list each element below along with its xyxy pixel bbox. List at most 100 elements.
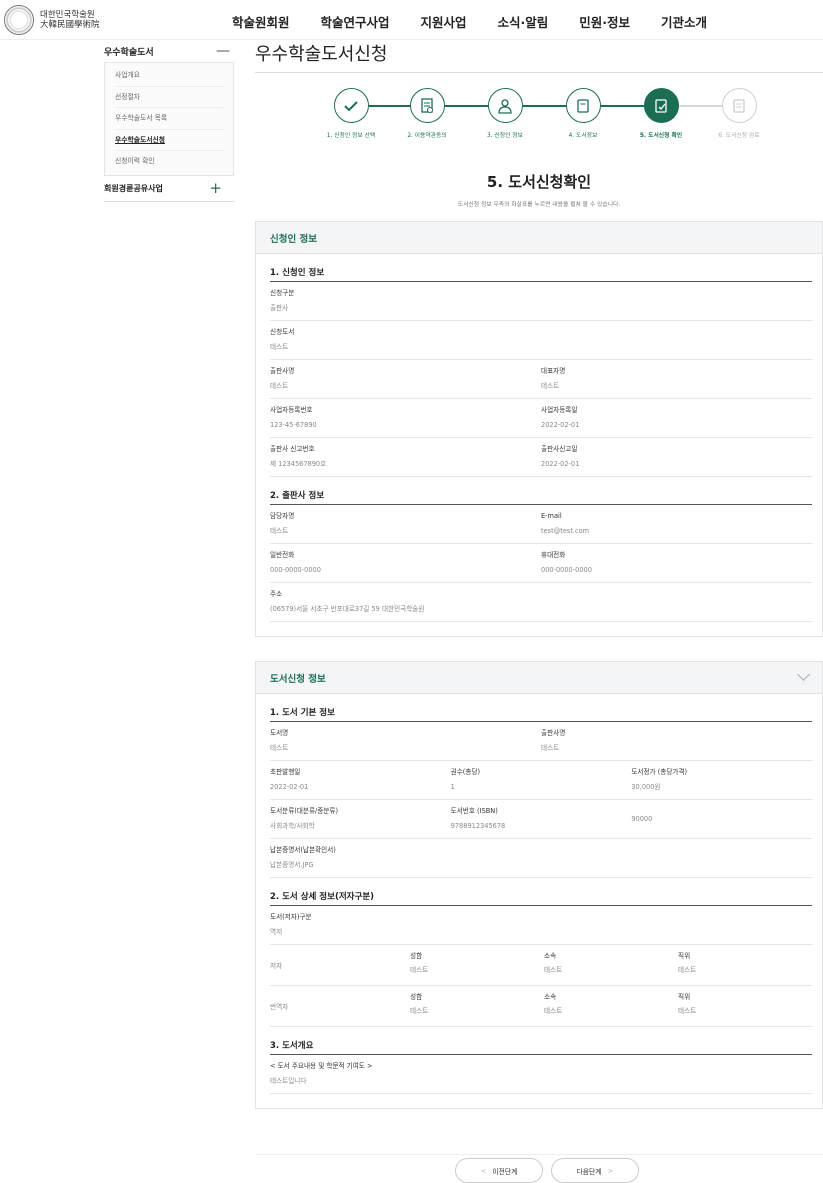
section-description: 도서신청 정보 우측의 화살표를 누르면 내용을 펼쳐 볼 수 있습니다.	[457, 202, 621, 208]
nav-news[interactable]: 소식·알림	[498, 12, 549, 31]
book-detail-subtitle: 2. 도서 상세 정보(저자구분)	[270, 886, 812, 906]
sidebar-item-apply[interactable]: 우수학술도서신청	[115, 130, 223, 152]
prev-step-button[interactable]: < 이전단계	[455, 1158, 543, 1183]
price-cell: 도서정가 (총당가격) 30,000원	[631, 761, 812, 799]
deposit-value: 납본증명서.JPG	[270, 861, 314, 869]
chevron-right-icon: >	[607, 1166, 614, 1175]
volumes-cell: 권수(총당) 1	[451, 761, 632, 799]
applicant-subtitle: 1. 신청인 정보	[270, 262, 812, 282]
book-publisher-cell: 출판사명 테스트	[541, 722, 812, 760]
address-label: 주소	[270, 590, 283, 598]
first-pub-label: 초판발행일	[270, 768, 301, 776]
author-org-label: 소속	[544, 952, 557, 960]
step-4-label: 4. 도서정보	[568, 133, 598, 139]
report-no-cell: 출판사 신고번호 제 1234567890호	[270, 438, 541, 476]
divider	[255, 1154, 823, 1155]
translator-name-label: 성함	[410, 993, 423, 1001]
translator-role: 번역자	[270, 1003, 289, 1011]
volumes-label: 권수(총당)	[450, 768, 481, 776]
deposit-label: 납본증명서(납본확인서)	[270, 846, 336, 854]
book-basic-subtitle: 1. 도서 기본 정보	[270, 702, 812, 722]
manager-value: 테스트	[270, 527, 289, 535]
applicant-panel-header[interactable]: 신청인 정보	[256, 222, 822, 254]
translator-pos-cell: 직위 테스트	[678, 986, 812, 1026]
address-value: (06579)서울 서초구 반포대로37길 59 대한민국학술원	[270, 605, 425, 613]
first-pub-value: 2022-02-01	[270, 783, 309, 791]
next-step-label: 다음단계	[576, 1167, 602, 1176]
mobile-label: 휴대전화	[541, 551, 566, 559]
step-5-current: 5. 도서신청 확인	[621, 88, 701, 139]
book-summary-subtitle: 3. 도서개요	[270, 1035, 812, 1055]
isbn-cell: 도서번호 (ISBN) 9788912345678	[451, 800, 632, 838]
step-6-label: 6. 도서신청 완료	[718, 133, 760, 139]
category-cell: 도서분류(대분류/중분류) 사회과학/사회학	[270, 800, 451, 838]
collapse-icon[interactable]: —	[216, 43, 230, 59]
nav-about[interactable]: 기관소개	[661, 12, 707, 31]
sidebar-section-label: 우수학술도서	[104, 47, 154, 58]
next-step-button[interactable]: 다음단계 >	[551, 1158, 639, 1183]
step-indicator: 1. 신청인 정보 선택 2. 이용약관동의 3. 신청인 정보 4. 도서정보…	[319, 88, 760, 148]
translator-org-label: 소속	[544, 993, 557, 1001]
expand-icon[interactable]: +	[209, 179, 234, 197]
sidebar-item-book-list[interactable]: 우수학술도서 목록	[115, 108, 223, 130]
step-3-label: 3. 신청인 정보	[487, 133, 523, 139]
biz-date-label: 사업자등록일	[541, 406, 578, 414]
emblem-icon	[4, 5, 34, 35]
deposit-cell: 납본증명서(납본확인서) 납본증명서.JPG	[270, 839, 812, 877]
apply-type-cell: 신청구분 출판사	[270, 282, 812, 320]
person-icon	[487, 88, 523, 123]
apply-book-label: 신청도서	[270, 328, 295, 336]
sidebar-item-overview[interactable]: 사업개요	[115, 65, 223, 87]
manager-label: 담당자명	[270, 512, 295, 520]
isbn-label: 도서번호 (ISBN)	[450, 807, 498, 815]
summary-cell: < 도서 주요내용 및 학문적 기여도 > 테스트입니다	[270, 1055, 812, 1093]
email-value: test@test.com	[541, 527, 590, 535]
chevron-down-icon[interactable]	[797, 668, 810, 681]
address-cell: 주소 (06579)서울 서초구 반포대로37길 59 대한민국학술원	[270, 583, 812, 621]
translator-pos-value: 테스트	[678, 1007, 697, 1015]
sidebar-section-experience-sharing[interactable]: 회원경륜공유사업 +	[104, 176, 234, 202]
translator-name-value: 테스트	[410, 1007, 429, 1015]
info-row: 도서명테스트 출판사명 테스트	[270, 722, 812, 761]
site-header: 대한민국학술원 大韓民國學術院 학술원회원 학술연구사업 지원사업 소식·알림 …	[0, 0, 823, 40]
site-logo[interactable]: 대한민국학술원 大韓民國學術院	[4, 5, 100, 35]
book-panel-title: 도서신청 정보	[270, 673, 326, 685]
step-5-label: 5. 도서신청 확인	[639, 133, 683, 139]
nav-research[interactable]: 학술연구사업	[321, 12, 390, 31]
biz-no-cell: 사업자등록번호 123-45-67890	[270, 399, 541, 437]
info-row: 납본증명서(납본확인서) 납본증명서.JPG	[270, 839, 812, 878]
book-panel-header[interactable]: 도서신청 정보	[256, 662, 822, 694]
volumes-value: 1	[450, 783, 455, 791]
author-org-cell: 소속테스트	[544, 945, 678, 985]
price-value: 30,000원	[631, 783, 661, 791]
chevron-left-icon: <	[480, 1166, 487, 1175]
author-role: 저자	[270, 962, 283, 970]
translator-org-cell: 소속 테스트	[544, 986, 678, 1026]
sidebar-section-excellent-books[interactable]: 우수학술도서 —	[104, 40, 234, 62]
logo-text-hanja: 大韓民國學術院	[40, 20, 100, 30]
book-name-label: 도서명	[270, 729, 289, 737]
author-type-cell: 도서(저자)구분 역저	[270, 906, 812, 944]
applicant-info-panel: 신청인 정보 1. 신청인 정보 신청구분 출판사 신청도서테스트 출판사명 테스트…	[255, 221, 823, 637]
nav-civil[interactable]: 민원·정보	[579, 12, 630, 31]
book-panel-body: 1. 도서 기본 정보 도서명테스트 출판사명 테스트 초판발행일 2022-02-…	[256, 702, 822, 1094]
nav-members[interactable]: 학술원회원	[232, 12, 290, 31]
sidebar-item-procedure[interactable]: 선정절차	[115, 87, 223, 109]
report-date-cell: 출판사신고일 2022-02-01	[541, 438, 812, 476]
info-row: 출판사명 테스트 대표자명 테스트	[270, 360, 812, 399]
author-type-value: 역저	[270, 928, 283, 936]
info-row: 주소 (06579)서울 서초구 반포대로37길 59 대한민국학술원	[270, 583, 812, 622]
nav-support[interactable]: 지원사업	[421, 12, 467, 31]
sidebar-item-history[interactable]: 신청이력 확인	[115, 151, 223, 173]
book-publisher-value: 테스트	[541, 744, 560, 752]
info-row: 도서(저자)구분 역저	[270, 906, 812, 945]
apply-type-value: 출판사	[270, 304, 289, 312]
biz-date-value: 2022-02-01	[541, 421, 580, 429]
publisher-name-label: 출판사명	[270, 367, 295, 375]
section-title: 5. 도서신청확인	[486, 173, 592, 191]
author-org-value: 테스트	[544, 966, 563, 974]
report-date-label: 출판사신고일	[541, 445, 578, 453]
book-icon	[565, 88, 601, 123]
price-label: 도서정가 (총당가격)	[631, 768, 688, 776]
list-icon	[721, 88, 757, 123]
